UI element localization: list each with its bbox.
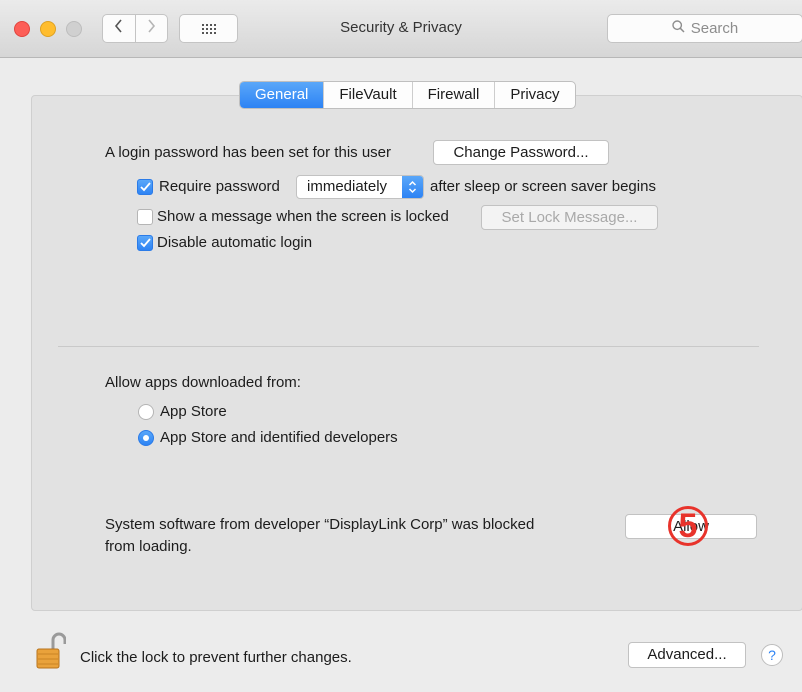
disable-autologin-checkbox[interactable]	[137, 235, 153, 251]
require-password-popup[interactable]: immediately	[296, 175, 424, 199]
show-message-label: Show a message when the screen is locked	[157, 208, 449, 225]
radio-identified-developers[interactable]	[138, 430, 154, 446]
search-field[interactable]: Search	[607, 14, 802, 43]
disable-autologin-label: Disable automatic login	[157, 234, 313, 251]
step-number-annotation: 5	[668, 506, 708, 546]
unlocked-padlock-icon[interactable]	[36, 630, 67, 674]
lock-status-text: Click the lock to prevent further change…	[80, 649, 352, 666]
search-icon	[672, 20, 691, 37]
radio-app-store[interactable]	[138, 404, 154, 420]
help-button[interactable]: ?	[761, 644, 783, 666]
section-divider	[58, 346, 759, 347]
login-password-text: A login password has been set for this u…	[105, 144, 391, 161]
change-password-button[interactable]: Change Password...	[433, 140, 609, 165]
set-lock-message-button[interactable]: Set Lock Message...	[481, 205, 658, 230]
radio-identified-developers-label: App Store and identified developers	[160, 429, 398, 446]
checkmark-icon	[140, 238, 151, 248]
tab-privacy[interactable]: Privacy	[494, 82, 574, 108]
tab-firewall[interactable]: Firewall	[411, 82, 495, 108]
radio-app-store-label: App Store	[160, 403, 227, 420]
after-sleep-text: after sleep or screen saver begins	[430, 178, 656, 195]
checkmark-icon	[140, 182, 151, 192]
advanced-button[interactable]: Advanced...	[628, 642, 746, 668]
title-bar: Security & Privacy Search	[0, 0, 802, 58]
tab-bar: General FileVault Firewall Privacy	[239, 81, 576, 109]
tab-general[interactable]: General	[240, 82, 324, 108]
require-password-label: Require password	[159, 178, 280, 195]
blocked-message-line1: System software from developer “DisplayL…	[105, 516, 535, 533]
require-password-value: immediately	[307, 178, 388, 195]
show-message-checkbox[interactable]	[137, 209, 153, 225]
blocked-message-line2: from loading.	[105, 538, 192, 555]
updown-arrows-icon	[402, 176, 423, 198]
allow-apps-heading: Allow apps downloaded from:	[105, 374, 301, 391]
security-privacy-window: Security & Privacy Search General FileVa…	[0, 0, 802, 692]
search-placeholder: Search	[690, 20, 739, 37]
require-password-checkbox[interactable]	[137, 179, 153, 195]
tab-filevault[interactable]: FileVault	[323, 82, 411, 108]
